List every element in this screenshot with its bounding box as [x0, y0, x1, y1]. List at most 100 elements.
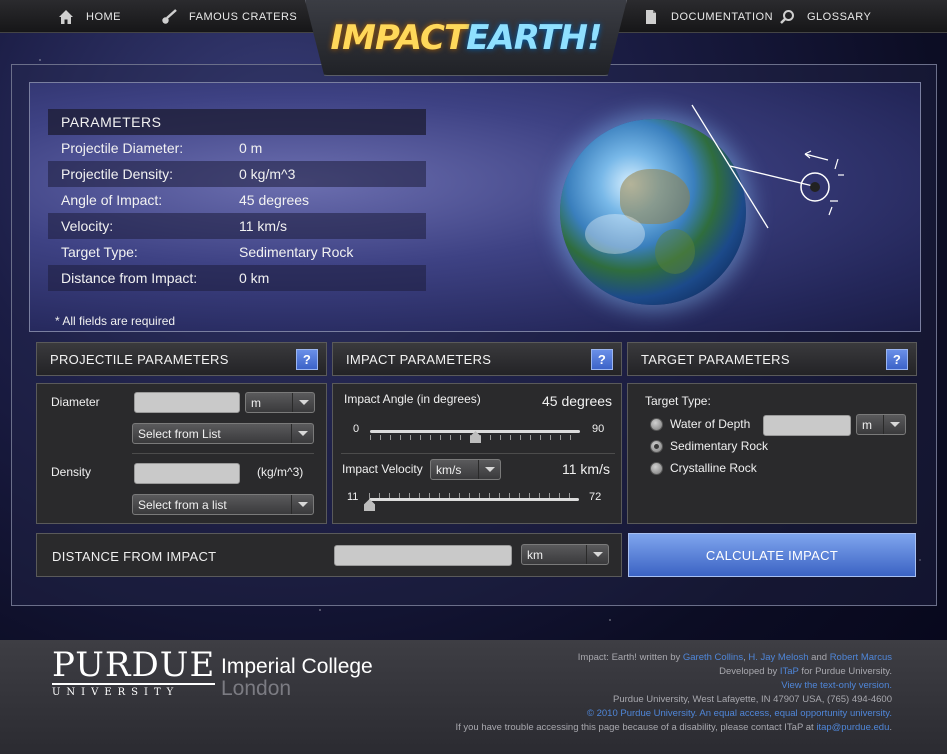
summary-value: 11 km/s	[239, 218, 287, 234]
purdue-wordmark: PURDUE	[52, 645, 216, 685]
credits-copyright-line: © 2010 Purdue University. An equal acces…	[422, 707, 892, 721]
credits-address: Purdue University, West Lafayette, IN 47…	[613, 694, 892, 705]
copyright-link[interactable]: © 2010 Purdue University.	[587, 708, 697, 719]
crystalline-radio[interactable]	[650, 462, 663, 475]
author-link[interactable]: Gareth Collins	[683, 652, 743, 663]
angle-max-label: 90	[592, 423, 605, 435]
target-panel: Target Type: Water of Depth m Sedimentar…	[627, 383, 917, 524]
projectile-panel-header: PROJECTILE PARAMETERS ?	[36, 342, 327, 376]
chevron-down-icon	[883, 415, 905, 434]
home-icon	[58, 9, 74, 25]
density-label: Density	[51, 465, 92, 479]
text-only-link[interactable]: View the text-only version.	[781, 680, 892, 691]
summary-value: 0 kg/m^3	[239, 166, 296, 182]
chevron-down-icon	[478, 460, 500, 479]
nav-documentation-label: DOCUMENTATION	[671, 10, 774, 23]
parameters-heading-row: PARAMETERS	[48, 109, 426, 135]
nav-famous-craters-label: FAMOUS CRATERS	[189, 10, 298, 23]
credits-accessibility-line: If you have trouble accessing this page …	[422, 721, 892, 735]
velocity-unit-select[interactable]: km/s	[430, 459, 501, 480]
impact-angle-label: Impact Angle (in degrees)	[344, 392, 481, 406]
impact-panel-title: IMPACT PARAMETERS	[346, 351, 492, 367]
diameter-preset-value: Select from List	[138, 426, 221, 441]
impact-panel-header: IMPACT PARAMETERS ?	[332, 342, 622, 376]
magnifier-icon	[779, 9, 795, 25]
author-link[interactable]: H. Jay Melosh	[748, 652, 808, 663]
summary-row: Target Type: Sedimentary Rock	[48, 239, 426, 265]
diameter-input[interactable]	[134, 392, 240, 413]
nav-glossary[interactable]: GLOSSARY	[779, 0, 871, 33]
hero-panel: PARAMETERS Projectile Diameter: 0 m Proj…	[29, 82, 921, 332]
diameter-preset-select[interactable]: Select from List	[132, 423, 314, 444]
credits-prefix: Impact: Earth! written by	[577, 652, 683, 663]
distance-label: DISTANCE FROM IMPACT	[52, 549, 217, 564]
chevron-down-icon	[291, 495, 313, 514]
distance-panel: DISTANCE FROM IMPACT km	[36, 533, 622, 577]
summary-row: Projectile Diameter: 0 m	[48, 135, 426, 161]
nav-famous-craters[interactable]: FAMOUS CRATERS	[161, 0, 297, 33]
diameter-unit-select[interactable]: m	[245, 392, 315, 413]
density-input[interactable]	[134, 463, 240, 484]
projectile-panel-title: PROJECTILE PARAMETERS	[50, 351, 229, 367]
imperial-logo[interactable]: Imperial College London	[221, 656, 373, 700]
density-preset-select[interactable]: Select from a list	[132, 494, 314, 515]
water-unit-value: m	[862, 417, 872, 432]
summary-label: Target Type:	[61, 244, 138, 260]
impact-panel: Impact Angle (in degrees) 45 degrees 0 9…	[332, 383, 622, 524]
developed-suffix: for Purdue University.	[798, 666, 892, 677]
distance-unit-value: km	[527, 547, 543, 562]
diameter-unit-value: m	[251, 395, 261, 410]
trouble-suffix: .	[889, 722, 892, 733]
chevron-down-icon	[586, 545, 608, 564]
projectile-help-button[interactable]: ?	[296, 349, 318, 370]
distance-input[interactable]	[334, 545, 512, 566]
impact-angle-readout: 45 degrees	[542, 393, 613, 409]
water-radio[interactable]	[650, 418, 663, 431]
credits-text-only-line: View the text-only version.	[422, 679, 892, 693]
summary-label: Projectile Density:	[61, 166, 174, 182]
app-logo[interactable]: IMPACTEARTH!	[305, 0, 627, 76]
purdue-logo[interactable]: PURDUE UNIVERSITY	[52, 645, 216, 698]
impact-velocity-readout: 11 km/s	[562, 461, 610, 477]
parameters-heading: PARAMETERS	[61, 114, 162, 130]
summary-value: 0 km	[239, 270, 270, 286]
summary-label: Angle of Impact:	[61, 192, 163, 208]
water-unit-select[interactable]: m	[856, 414, 906, 435]
crystalline-label: Crystalline Rock	[670, 461, 757, 475]
earth-clouds	[585, 214, 645, 254]
diameter-label: Diameter	[51, 395, 100, 409]
sedimentary-radio[interactable]	[650, 440, 663, 453]
velocity-slider-track[interactable]	[369, 498, 579, 501]
itap-link[interactable]: ITaP	[780, 666, 799, 677]
summary-row: Distance from Impact: 0 km	[48, 265, 426, 291]
author-link[interactable]: Robert Marcus	[830, 652, 892, 663]
imperial-london: London	[221, 677, 292, 700]
impact-help-button[interactable]: ?	[591, 349, 613, 370]
target-help-button[interactable]: ?	[886, 349, 908, 370]
summary-label: Velocity:	[61, 218, 114, 234]
credits-authors-line: Impact: Earth! written by Gareth Collins…	[422, 651, 892, 665]
summary-value: 45 degrees	[239, 192, 310, 208]
calculate-impact-button[interactable]: CALCULATE IMPACT	[628, 533, 916, 577]
density-unit-label: (kg/m^3)	[257, 465, 304, 479]
velocity-unit-value: km/s	[436, 462, 462, 477]
chevron-down-icon	[292, 393, 314, 412]
trouble-text: If you have trouble accessing this page …	[455, 722, 817, 733]
nav-home[interactable]: HOME	[58, 0, 121, 33]
summary-row: Velocity: 11 km/s	[48, 213, 426, 239]
water-depth-input[interactable]	[763, 415, 851, 436]
impact-angle-diagram	[691, 104, 844, 229]
required-fields-note: * All fields are required	[55, 314, 176, 328]
summary-row: Projectile Density: 0 kg/m^3	[48, 161, 426, 187]
nav-documentation[interactable]: DOCUMENTATION	[643, 0, 773, 33]
target-panel-header: TARGET PARAMETERS ?	[627, 342, 917, 376]
email-link[interactable]: itap@purdue.edu	[816, 722, 889, 733]
divider	[341, 453, 615, 454]
logo-impact: IMPACT	[330, 17, 467, 58]
equal-access-link[interactable]: An equal access, equal opportunity unive…	[699, 708, 892, 719]
distance-unit-select[interactable]: km	[521, 544, 609, 565]
parameters-summary: PARAMETERS Projectile Diameter: 0 m Proj…	[48, 109, 426, 291]
velocity-min-label: 11	[347, 491, 359, 503]
credits-developer-line: Developed by ITaP for Purdue University.	[422, 665, 892, 679]
document-icon	[643, 9, 659, 25]
